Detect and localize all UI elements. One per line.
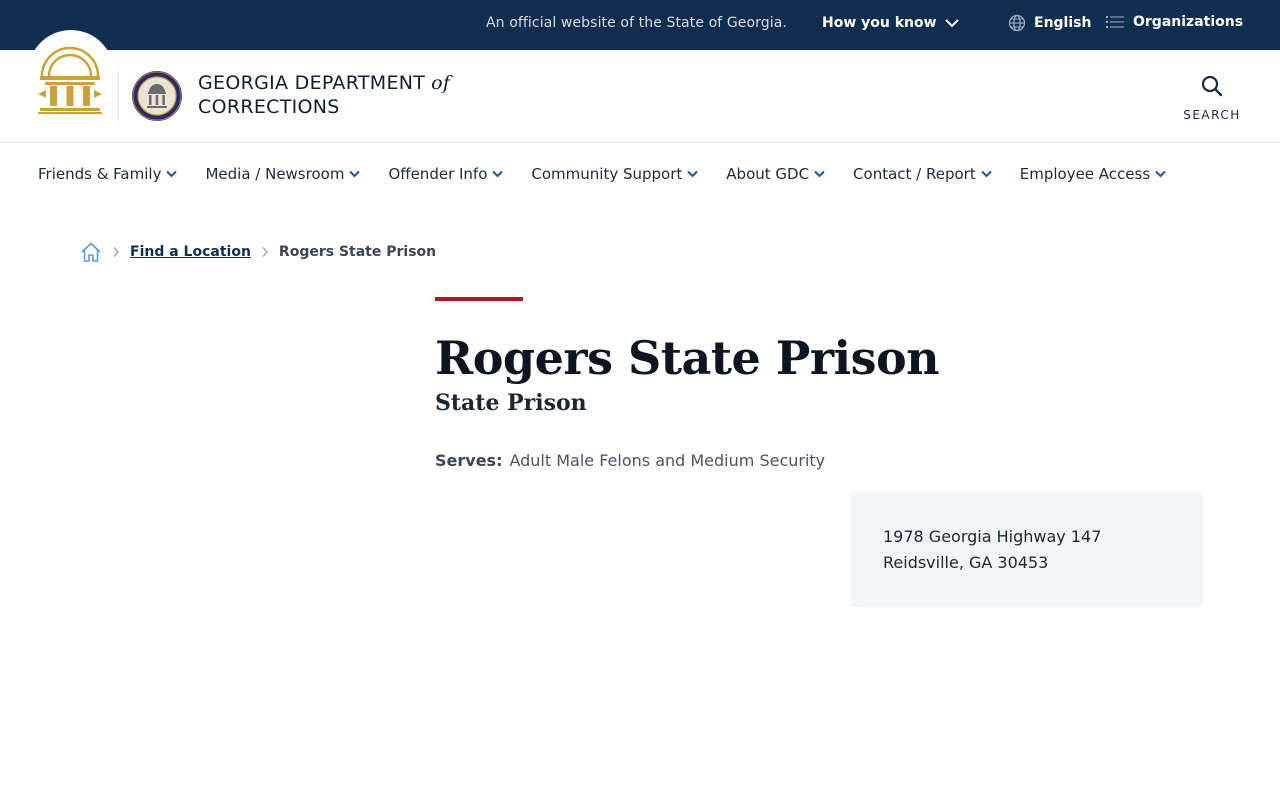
chevron-down-icon [1155,170,1166,178]
department-name[interactable]: GEORGIA DEPARTMENT of CORRECTIONS [198,71,450,119]
language-label: English [1034,15,1092,31]
search-label: SEARCH [1183,108,1241,122]
page-title: Rogers State Prison [435,331,940,385]
nav-item-label: Friends & Family [38,165,162,183]
nav-community-support[interactable]: Community Support [531,165,698,183]
department-name-of: of [431,72,451,94]
home-icon[interactable] [80,241,102,263]
title-accent-bar [435,297,523,301]
address-line2: Reidsville, GA 30453 [883,553,1049,572]
chevron-right-icon [262,247,268,257]
address-line1: 1978 Georgia Highway 147 [883,527,1102,546]
chevron-down-icon [687,170,698,178]
chevron-down-icon [981,170,992,178]
search-button[interactable]: SEARCH [1180,74,1244,122]
nav-friends-family[interactable]: Friends & Family [38,165,178,183]
nav-item-label: Media / Newsroom [205,165,345,183]
logo-divider [118,70,119,122]
corrections-seal-icon[interactable] [131,70,183,122]
language-selector[interactable]: English [1008,14,1091,32]
nav-item-label: Community Support [531,165,683,183]
official-website-text: An official website of the State of Geor… [486,15,787,31]
breadcrumb-find-location[interactable]: Find a Location [130,244,251,260]
address-card: 1978 Georgia Highway 147 Reidsville, GA … [851,491,1203,607]
globe-icon [1008,14,1026,32]
how-you-know-toggle[interactable]: How you know [822,15,959,31]
nav-item-label: About GDC [726,165,810,183]
chevron-down-icon [492,170,504,178]
breadcrumb: Find a Location Rogers State Prison [80,241,436,263]
serves-info: Serves: Adult Male Felons and Medium Sec… [435,451,825,470]
chevron-down-icon [349,170,361,178]
how-you-know-label: How you know [822,15,937,31]
organizations-label: Organizations [1133,14,1244,30]
official-banner: An official website of the State of Geor… [0,0,1280,50]
nav-employee-access[interactable]: Employee Access [1020,165,1166,183]
organizations-link[interactable]: Organizations [1105,14,1243,30]
site-header: GEORGIA DEPARTMENT of CORRECTIONS SEARCH [0,30,1280,143]
nav-item-label: Offender Info [388,165,488,183]
serves-value: Adult Male Felons and Medium Security [509,451,826,470]
georgia-state-seal-icon [38,46,102,114]
nav-offender-info[interactable]: Offender Info [388,165,504,183]
search-icon [1201,75,1223,97]
page-subtitle: State Prison [435,390,587,416]
chevron-down-icon [944,19,959,28]
nav-media-newsroom[interactable]: Media / Newsroom [205,165,361,183]
breadcrumb-current: Rogers State Prison [278,244,437,260]
chevron-down-icon [814,170,825,178]
georgia-seal-link[interactable] [28,30,114,116]
department-name-line1: GEORGIA DEPARTMENT [198,72,426,94]
serves-label: Serves: [435,451,503,470]
chevron-down-icon [166,170,178,178]
department-name-line2: CORRECTIONS [198,96,340,118]
chevron-right-icon [113,247,119,257]
list-icon [1106,16,1124,28]
nav-contact-report[interactable]: Contact / Report [853,165,992,183]
nav-item-label: Contact / Report [853,165,976,183]
main-navigation: Friends & Family Media / Newsroom Offend… [0,143,1280,205]
nav-about-gdc[interactable]: About GDC [726,165,825,183]
nav-item-label: Employee Access [1019,165,1151,183]
